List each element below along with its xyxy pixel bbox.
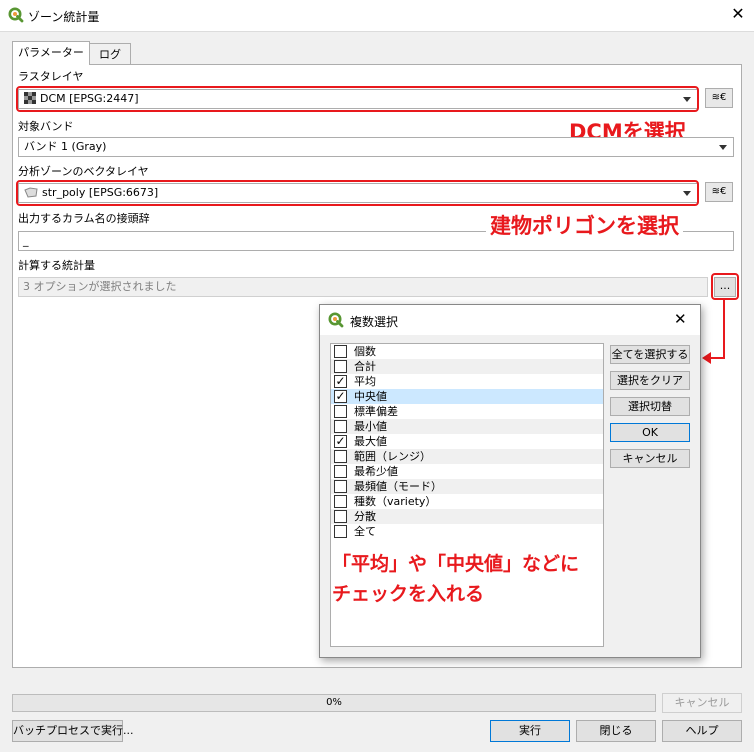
list-item[interactable]: ✓ 平均 [331,374,603,389]
progress-text: 0% [326,697,342,708]
dialog-title-bar: 複数選択 ✕ [320,305,700,335]
list-item[interactable]: 個数 [331,344,603,359]
checkbox-checked[interactable]: ✓ [334,375,347,388]
checkbox-unchecked[interactable] [334,510,347,523]
list-item-label: 標準偏差 [354,405,398,418]
tab-label: パラメーター [18,46,84,59]
multi-select-dialog: 複数選択 ✕ 個数合計 ✓ 平均 ✓ 中央値標準偏差最小値 ✓ 最大値範囲（レンジ） 最希少値… [319,304,701,658]
checkbox-unchecked[interactable] [334,420,347,433]
iterate-vector-button[interactable]: ≋€ [705,182,733,202]
checkbox-unchecked[interactable] [334,480,347,493]
highlight-raster [16,86,699,112]
stats-summary-field: 3 オプションが選択されました [18,277,708,297]
list-item-label: 合計 [354,360,376,373]
list-item-label: 最希少値 [354,465,398,478]
list-item-label: 最大値 [354,435,387,448]
list-item-label: 範囲（レンジ） [354,450,431,463]
list-item-label: 平均 [354,375,376,388]
tab-parameters[interactable]: パラメーター [12,41,90,65]
checkbox-checked[interactable]: ✓ [334,390,347,403]
highlight-browse [711,273,739,300]
select-all-button[interactable]: 全てを選択する [610,345,690,364]
list-item-label: 最小値 [354,420,387,433]
band-label: 対象バンド [18,120,74,133]
footer-cancel-button[interactable]: キャンセル [662,693,742,713]
tab-label: ログ [99,48,121,61]
annotation-building: 建物ポリゴンを選択 [486,210,683,240]
checkbox-unchecked[interactable] [334,345,347,358]
list-item-label: 種数（variety） [354,495,437,508]
annotation-check-line1: 「平均」や「中央値」などに [332,553,580,575]
raster-layer-label: ラスタレイヤ [18,70,84,83]
stats-label: 計算する統計量 [18,259,95,272]
checkbox-unchecked[interactable] [334,525,347,538]
list-item-label: 個数 [354,345,376,358]
list-item[interactable]: 種数（variety） [331,494,603,509]
list-item[interactable]: 範囲（レンジ） [331,449,603,464]
checkbox-unchecked[interactable] [334,465,347,478]
list-item[interactable]: ✓ 中央値 [331,389,603,404]
red-arrow-icon [702,298,725,364]
batch-process-button[interactable]: バッチプロセスで実行... [12,720,134,742]
qgis-logo-icon [8,7,24,23]
annotation-check-line2: チェックを入れる [332,583,485,605]
list-item-label: 全て [354,525,376,538]
close-button[interactable]: 閉じる [576,720,656,742]
iterate-raster-button[interactable]: ≋€ [705,88,733,108]
qgis-logo-icon [328,312,344,328]
highlight-vector [16,180,699,206]
window-title: ゾーン統計量 [28,10,100,24]
list-item[interactable]: 最頻値（モード） [331,479,603,494]
list-item[interactable]: 標準偏差 [331,404,603,419]
list-item[interactable]: 分散 [331,509,603,524]
list-item[interactable]: 全て [331,524,603,539]
band-value: バンド 1 (Gray) [24,140,107,153]
band-combo[interactable]: バンド 1 (Gray) [18,137,734,157]
checkbox-unchecked[interactable] [334,405,347,418]
list-item-label: 分散 [354,510,376,523]
clear-selection-button[interactable]: 選択をクリア [610,371,690,390]
list-item[interactable]: 最希少値 [331,464,603,479]
checkbox-checked[interactable]: ✓ [334,435,347,448]
checkbox-unchecked[interactable] [334,495,347,508]
help-button[interactable]: ヘルプ [662,720,742,742]
chevron-down-icon [719,145,727,150]
checkbox-unchecked[interactable] [334,360,347,373]
run-button[interactable]: 実行 [490,720,570,742]
dialog-title: 複数選択 [350,315,399,329]
list-item-label: 最頻値（モード） [354,480,442,493]
list-item[interactable]: 合計 [331,359,603,374]
prefix-label: 出力するカラム名の接頭辞 [18,212,150,225]
tab-log[interactable]: ログ [89,43,131,64]
title-bar: ゾーン統計量 ✕ [0,0,754,31]
ok-button[interactable]: OK [610,423,690,442]
checkbox-unchecked[interactable] [334,450,347,463]
toggle-selection-button[interactable]: 選択切替 [610,397,690,416]
list-item-label: 中央値 [354,390,387,403]
progress-bar: 0% [12,694,656,712]
list-item[interactable]: ✓ 最大値 [331,434,603,449]
close-icon[interactable]: ✕ [674,310,687,328]
close-icon[interactable]: ✕ [728,4,748,24]
vector-layer-label: 分析ゾーンのベクタレイヤ [18,165,149,178]
cancel-button[interactable]: キャンセル [610,449,690,468]
list-item[interactable]: 最小値 [331,419,603,434]
